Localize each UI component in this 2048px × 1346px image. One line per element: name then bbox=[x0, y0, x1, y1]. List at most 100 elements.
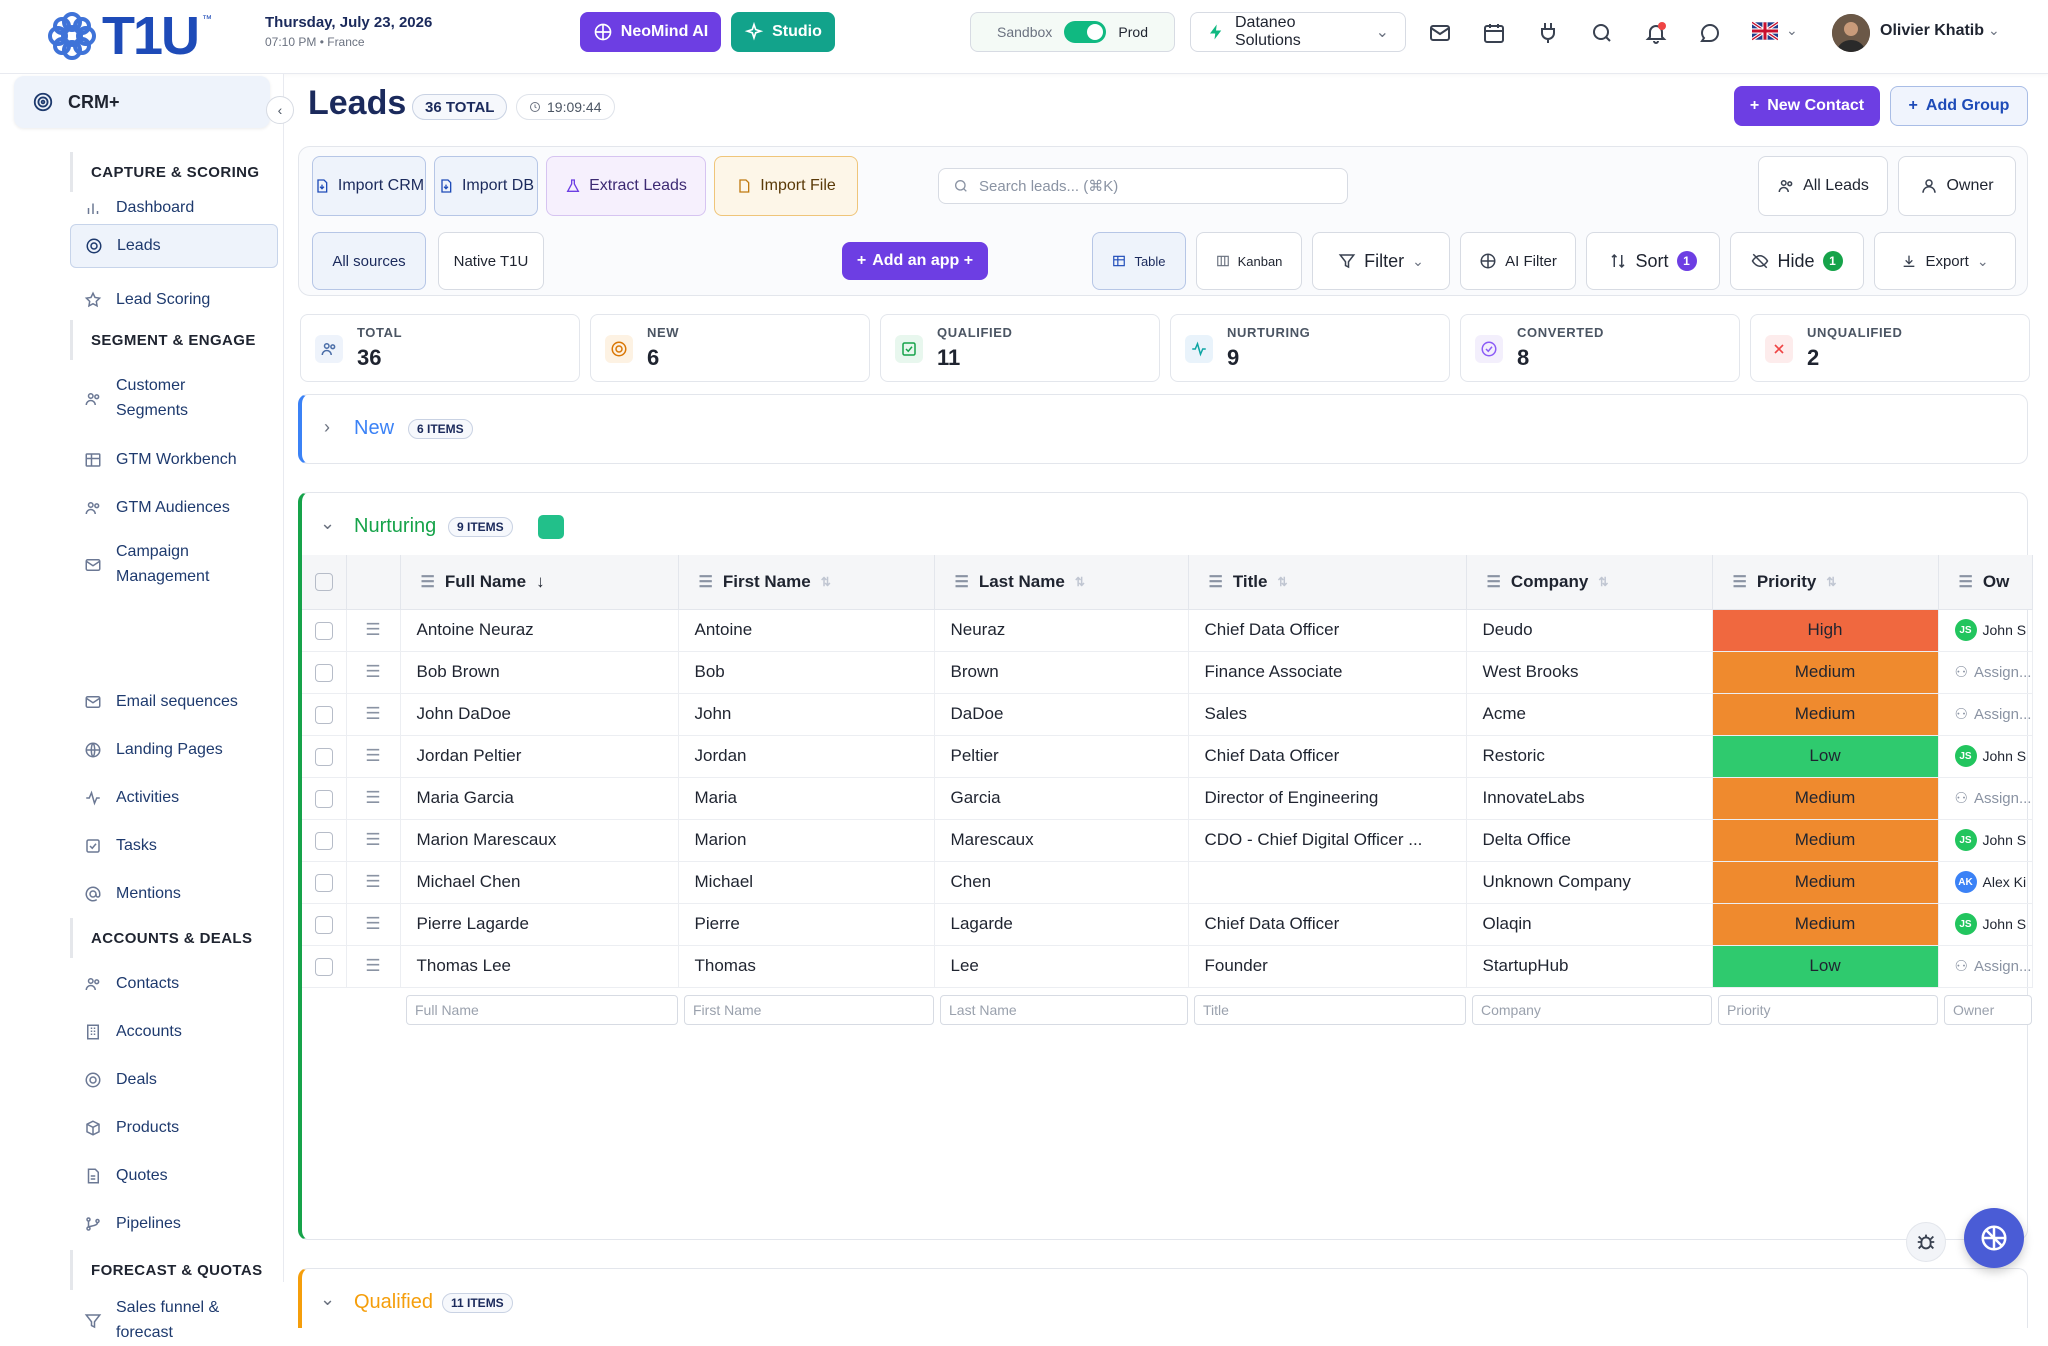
cell-full-name[interactable]: Pierre Lagarde bbox=[400, 903, 679, 946]
cell-company[interactable]: Restoric bbox=[1466, 735, 1713, 778]
owner-chip[interactable]: JS John S bbox=[1954, 745, 2032, 767]
column-header-priority[interactable]: ☰ Priority ⇅ bbox=[1712, 555, 1939, 610]
row-checkbox-cell[interactable] bbox=[302, 735, 347, 778]
row-drag-cell[interactable]: ☰ bbox=[346, 945, 401, 988]
sidebar-item-accounts[interactable]: Accounts bbox=[70, 1012, 278, 1052]
drag-handle-icon[interactable]: ☰ bbox=[699, 572, 713, 592]
calendar-icon[interactable] bbox=[1482, 21, 1506, 45]
chevron-down-icon[interactable]: ⌄ bbox=[320, 1289, 335, 1310]
cell-company[interactable]: StartupHub bbox=[1466, 945, 1713, 988]
cell-priority[interactable]: Low bbox=[1712, 735, 1939, 778]
filter-priority-input[interactable] bbox=[1718, 995, 1938, 1026]
row-checkbox-cell[interactable] bbox=[302, 945, 347, 988]
cell-priority[interactable]: Medium bbox=[1712, 903, 1939, 946]
table-view-button[interactable]: Table bbox=[1092, 232, 1186, 290]
column-header-last-name[interactable]: ☰ Last Name ⇅ bbox=[934, 555, 1189, 610]
drag-handle-icon[interactable]: ☰ bbox=[1487, 572, 1501, 592]
table-row[interactable]: ☰ Maria Garcia Maria Garcia Director of Engi… bbox=[302, 777, 2033, 820]
cell-title[interactable]: Sales bbox=[1188, 693, 1467, 736]
row-checkbox-cell[interactable] bbox=[302, 819, 347, 862]
drag-handle-icon[interactable]: ☰ bbox=[365, 956, 380, 975]
cell-full-name[interactable]: Thomas Lee bbox=[400, 945, 679, 988]
filter-first-name-input[interactable] bbox=[684, 995, 934, 1026]
company-selector[interactable]: Dataneo Solutions ⌄ bbox=[1190, 12, 1406, 52]
cell-last-name[interactable]: Lee bbox=[934, 945, 1189, 988]
cell-title[interactable]: Director of Engineering bbox=[1188, 777, 1467, 820]
cell-priority[interactable]: Medium bbox=[1712, 819, 1939, 862]
add-group-button[interactable]: + Add Group bbox=[1890, 86, 2028, 126]
extract-leads-button[interactable]: Extract Leads bbox=[546, 156, 706, 216]
row-drag-cell[interactable]: ☰ bbox=[346, 651, 401, 694]
cell-full-name[interactable]: Michael Chen bbox=[400, 861, 679, 904]
ai-filter-button[interactable]: AI Filter bbox=[1460, 232, 1576, 290]
column-header-first-name[interactable]: ☰ First Name ⇅ bbox=[678, 555, 935, 610]
row-drag-cell[interactable]: ☰ bbox=[346, 609, 401, 652]
cell-priority[interactable]: High bbox=[1712, 609, 1939, 652]
uk-flag-icon[interactable] bbox=[1752, 21, 1778, 41]
cell-last-name[interactable]: Garcia bbox=[934, 777, 1189, 820]
filter-button[interactable]: Filter ⌄ bbox=[1312, 232, 1450, 290]
cell-company[interactable]: West Brooks bbox=[1466, 651, 1713, 694]
row-checkbox[interactable] bbox=[314, 957, 333, 976]
all-sources-button[interactable]: All sources bbox=[312, 232, 426, 290]
sidebar-item-campaign-management[interactable]: Campaign Management bbox=[70, 540, 278, 590]
cell-last-name[interactable]: Chen bbox=[934, 861, 1189, 904]
cell-company[interactable]: Delta Office bbox=[1466, 819, 1713, 862]
sidebar-item-gtm-workbench[interactable]: GTM Workbench bbox=[70, 440, 278, 480]
neomind-ai-button[interactable]: NeoMind AI bbox=[580, 12, 721, 52]
cell-first-name[interactable]: Pierre bbox=[678, 903, 935, 946]
cell-full-name[interactable]: Jordan Peltier bbox=[400, 735, 679, 778]
row-checkbox-cell[interactable] bbox=[302, 609, 347, 652]
cell-first-name[interactable]: John bbox=[678, 693, 935, 736]
select-all-checkbox-cell[interactable] bbox=[302, 555, 347, 610]
import-db-button[interactable]: Import DB bbox=[434, 156, 538, 216]
drag-handle-icon[interactable]: ☰ bbox=[365, 830, 380, 849]
owner-button[interactable]: Owner bbox=[1898, 156, 2016, 216]
environment-toggle[interactable]: Sandbox Prod bbox=[970, 12, 1175, 52]
row-checkbox[interactable] bbox=[314, 663, 333, 682]
table-row[interactable]: ☰ Thomas Lee Thomas Lee Founder StartupHub Low… bbox=[302, 945, 2033, 988]
cell-owner[interactable]: ⚇ Assign... bbox=[1938, 777, 2033, 820]
table-row[interactable]: ☰ Bob Brown Bob Brown Finance Associate West … bbox=[302, 651, 2033, 694]
owner-chip[interactable]: ⚇ Assign... bbox=[1955, 957, 2032, 976]
sidebar-item-landing-pages[interactable]: Landing Pages bbox=[70, 730, 278, 770]
cell-owner[interactable]: JS John S bbox=[1938, 819, 2033, 862]
sidebar-item-email-sequences[interactable]: Email sequences bbox=[70, 682, 278, 722]
cell-full-name[interactable]: John DaDoe bbox=[400, 693, 679, 736]
plug-icon[interactable] bbox=[1536, 21, 1560, 45]
row-drag-cell[interactable]: ☰ bbox=[346, 861, 401, 904]
logo[interactable]: T1U ™ bbox=[46, 6, 212, 66]
column-header-owner[interactable]: ☰ Ow bbox=[1938, 555, 2033, 610]
table-row[interactable]: ☰ John DaDoe John DaDoe Sales Acme Medium ⚇ Assi… bbox=[302, 693, 2033, 736]
cell-full-name[interactable]: Bob Brown bbox=[400, 651, 679, 694]
cell-title[interactable]: Finance Associate bbox=[1188, 651, 1467, 694]
cell-title[interactable] bbox=[1188, 861, 1467, 904]
owner-chip[interactable]: JS John S bbox=[1954, 913, 2032, 935]
group-color-swatch[interactable] bbox=[538, 515, 564, 539]
drag-handle-icon[interactable]: ☰ bbox=[365, 788, 380, 807]
env-switch[interactable] bbox=[1064, 21, 1107, 43]
cell-full-name[interactable]: Marion Marescaux bbox=[400, 819, 679, 862]
row-drag-cell[interactable]: ☰ bbox=[346, 819, 401, 862]
sidebar-item-tasks[interactable]: Tasks bbox=[70, 826, 278, 866]
cell-owner[interactable]: AK Alex Ki bbox=[1938, 861, 2033, 904]
row-checkbox-cell[interactable] bbox=[302, 777, 347, 820]
user-name[interactable]: Olivier Khatib bbox=[1880, 22, 1984, 40]
chevron-right-icon[interactable]: › bbox=[324, 417, 330, 438]
chevron-down-icon[interactable]: ⌄ bbox=[320, 513, 335, 534]
drag-handle-icon[interactable]: ☰ bbox=[365, 620, 380, 639]
table-row[interactable]: ☰ Jordan Peltier Jordan Peltier Chief Data O… bbox=[302, 735, 2033, 778]
cell-last-name[interactable]: Brown bbox=[934, 651, 1189, 694]
cell-owner[interactable]: JS John S bbox=[1938, 609, 2033, 652]
row-drag-cell[interactable]: ☰ bbox=[346, 903, 401, 946]
studio-button[interactable]: Studio bbox=[731, 12, 835, 52]
cell-owner[interactable]: JS John S bbox=[1938, 735, 2033, 778]
cell-owner[interactable]: ⚇ Assign... bbox=[1938, 693, 2033, 736]
row-drag-cell[interactable]: ☰ bbox=[346, 693, 401, 736]
export-button[interactable]: Export ⌄ bbox=[1874, 232, 2016, 290]
sidebar-item-sales-funnel[interactable]: Sales funnel & forecast bbox=[70, 1296, 278, 1346]
sidebar-item-gtm-audiences[interactable]: GTM Audiences bbox=[70, 488, 278, 528]
user-menu-chevron-icon[interactable]: ⌄ bbox=[1988, 22, 2012, 46]
table-row[interactable]: ☰ Pierre Lagarde Pierre Lagarde Chief Data O… bbox=[302, 903, 2033, 946]
cell-title[interactable]: Chief Data Officer bbox=[1188, 903, 1467, 946]
